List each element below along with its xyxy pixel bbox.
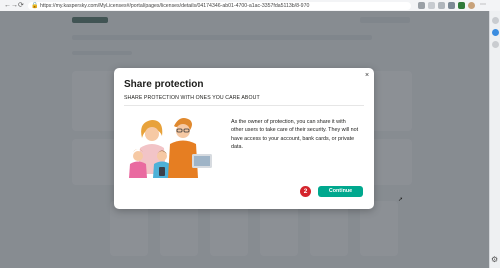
downloads-icon[interactable]	[448, 2, 455, 9]
settings-icon[interactable]: ⚙	[491, 256, 498, 264]
step-badge: 2	[300, 186, 311, 197]
add-icon[interactable]	[492, 41, 499, 48]
search-icon[interactable]	[492, 17, 499, 24]
mouse-cursor-icon: ➚	[398, 197, 404, 203]
back-icon[interactable]: ←	[4, 2, 11, 9]
share-protection-dialog: Share protection × SHARE PROTECTION WITH…	[114, 68, 374, 209]
browser-sidebar: ⚙	[489, 11, 500, 268]
address-url[interactable]: https://my.kaspersky.com/MyLicenses#/por…	[40, 3, 309, 9]
man-figure	[168, 118, 212, 178]
collections-icon[interactable]	[438, 2, 445, 9]
dialog-title: Share protection	[124, 79, 204, 90]
dialog-subtitle: SHARE PROTECTION WITH ONES YOU CARE ABOU…	[124, 95, 260, 101]
copilot-icon[interactable]	[492, 29, 499, 36]
close-icon[interactable]: ×	[363, 72, 371, 80]
reload-icon[interactable]: ⟳	[18, 2, 24, 9]
extension-icon[interactable]	[418, 2, 425, 9]
address-bar[interactable]: 🔒 https://my.kaspersky.com/MyLicenses#/p…	[28, 1, 411, 10]
lock-icon: 🔒	[31, 2, 39, 9]
more-menu-icon[interactable]: ⋯	[480, 2, 487, 9]
dialog-body-text: As the owner of protection, you can shar…	[231, 119, 359, 150]
family-illustration	[129, 118, 212, 178]
divider	[124, 105, 364, 106]
continue-button[interactable]: Continue	[318, 186, 363, 197]
profile-avatar[interactable]	[468, 2, 475, 9]
shield-extension-icon[interactable]	[458, 2, 465, 9]
favorites-icon[interactable]	[428, 2, 435, 9]
forward-icon[interactable]: →	[11, 2, 18, 9]
